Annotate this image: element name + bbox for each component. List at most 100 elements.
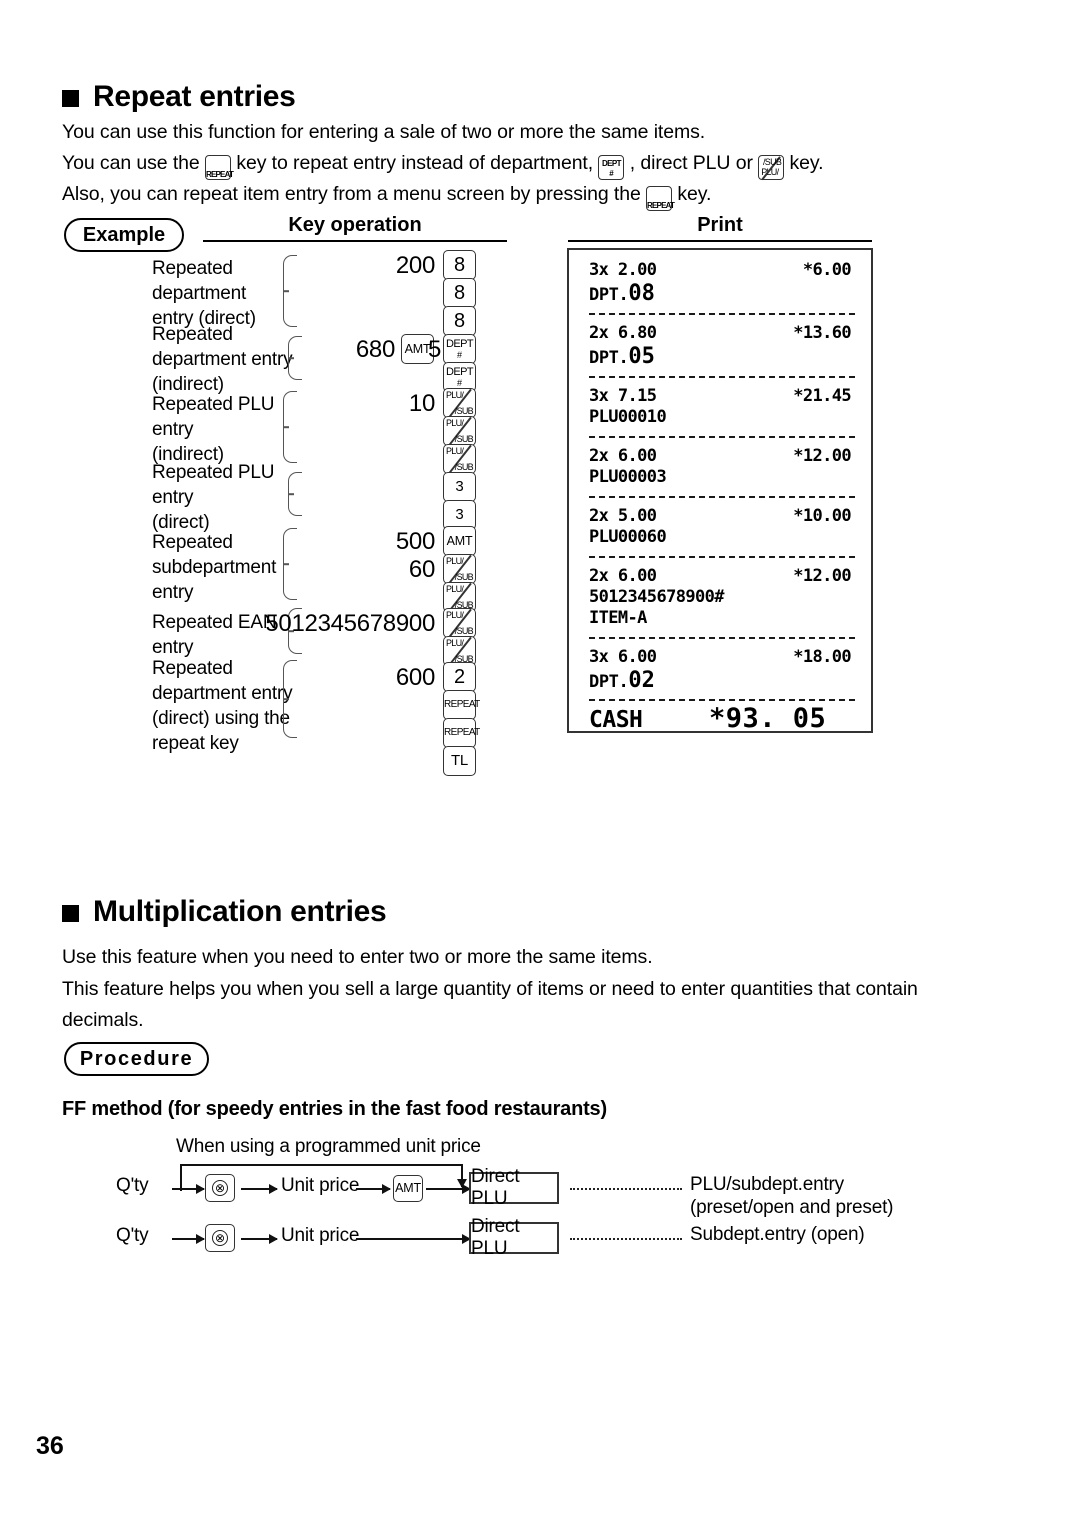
repeat-paragraph-1: You can use this function for entering a…	[62, 121, 706, 143]
plu-sub-key-icon: PLU//SUB	[758, 155, 785, 181]
key-slot-4: DEPT #	[443, 334, 476, 364]
key-slot-17: REPEAT	[443, 690, 480, 720]
plu-sub-key-f: PLU//SUB	[443, 608, 476, 638]
digit-key-8-c: 8	[443, 306, 476, 336]
flow-arrow-2b	[241, 1238, 277, 1240]
flow-direct-plu-box-1: Direct PLU	[469, 1166, 559, 1209]
flow-arrow-2c	[356, 1238, 470, 1240]
total-key-icon: TL	[443, 746, 476, 776]
key-slot-6: PLU//SUB	[443, 388, 476, 418]
dept-number-key-a: DEPT #	[443, 334, 476, 364]
procedure-badge: Procedure	[64, 1042, 209, 1076]
key-slot-12: PLU//SUB	[443, 554, 476, 584]
column-header-print: Print	[697, 214, 743, 236]
receipt-amount-5: *10.00	[793, 506, 851, 526]
multiply-key-icon-2: ⊗	[205, 1224, 235, 1252]
key-number-10: 10	[408, 390, 435, 417]
key-slot-11: AMT	[443, 526, 476, 556]
receipt-divider-3	[589, 436, 855, 438]
digit-key-2: 2	[443, 662, 476, 692]
receipt-item-4: PLU00003	[589, 467, 667, 487]
page-number: 36	[36, 1432, 64, 1460]
dept-number-key-icon: DEPT #	[598, 155, 625, 181]
section-title-text-2: Multiplication entries	[93, 895, 387, 928]
flow-dotted-connector-2	[570, 1238, 682, 1240]
receipt-item-7: DPT.02	[589, 668, 655, 693]
receipt-divider-6	[589, 637, 855, 639]
column-header-key-operation: Key operation	[288, 214, 422, 236]
repeat-key-b: REPEAT	[443, 718, 480, 748]
key-slot-8: PLU//SUB	[443, 444, 476, 474]
section-heading-multiplication-entries: Multiplication entries	[62, 895, 387, 929]
receipt-print-sample: 3x 2.00 *6.00 DPT.08 2x 6.80 *13.60 DPT.…	[567, 248, 873, 734]
flow-unit-price-label-1: Unit price	[281, 1175, 360, 1196]
row-brace-7	[283, 660, 297, 738]
procedure-badge-label: Procedure	[79, 1047, 194, 1070]
key-slot-2: 8	[443, 278, 476, 308]
flow-dotted-connector-1	[570, 1188, 682, 1190]
key-slot-14: PLU//SUB	[443, 608, 476, 638]
flow-result-1-line2: (preset/open and preset)	[690, 1197, 894, 1218]
flow-direct-plu-box-2: Direct PLU	[469, 1216, 559, 1259]
row-brace-1	[283, 255, 297, 327]
ff-method-heading: FF method (for speedy entries in the fas…	[62, 1098, 607, 1120]
flow-result-1-line1: PLU/subdept.entry	[690, 1174, 844, 1195]
square-bullet-icon-2	[62, 904, 79, 922]
receipt-amount-3: *21.45	[793, 386, 851, 406]
square-bullet-icon	[62, 89, 79, 107]
receipt-item-5: PLU00060	[589, 527, 667, 547]
plu-sub-key-d: PLU//SUB	[443, 554, 476, 584]
key-slot-19: TL	[443, 746, 476, 776]
flow-arrow-2a	[172, 1238, 204, 1240]
receipt-divider-7	[589, 699, 855, 701]
key-slot-7: PLU//SUB	[443, 416, 476, 446]
flow-arrow-1b	[241, 1188, 277, 1190]
key-slot-1: 8	[443, 250, 476, 280]
repeat-para2-part-d: key.	[789, 152, 824, 174]
example-row-label-4: Repeated PLU entry (direct)	[152, 462, 275, 533]
receipt-amount-4: *12.00	[793, 446, 851, 466]
receipt-divider-5	[589, 556, 855, 558]
key-slot-18: REPEAT	[443, 718, 480, 748]
direct-plu-key-3-a: 3	[443, 472, 476, 502]
key-number-60: 60	[408, 556, 435, 583]
repeat-para3-part-b: key.	[677, 183, 712, 205]
repeat-key-a: REPEAT	[443, 690, 480, 720]
example-row-label-7: Repeated department entry (direct) using…	[152, 658, 293, 754]
flow-arrow-1a	[172, 1188, 204, 1190]
receipt-qty-7: 3x 6.00	[589, 647, 657, 667]
repeat-para3-part-a: Also, you can repeat item entry from a m…	[62, 183, 641, 205]
row-brace-5	[283, 528, 297, 600]
flow-amt-key: AMT	[393, 1175, 423, 1202]
receipt-qty-4: 2x 6.00	[589, 446, 657, 466]
repeat-para2-part-a: You can use the	[62, 152, 200, 174]
receipt-divider-4	[589, 496, 855, 498]
section-heading-repeat-entries: Repeat entries	[62, 80, 296, 114]
manual-page: Repeat entries You can use this function…	[0, 0, 1080, 1526]
flow-qty-label-2: Q'ty	[116, 1225, 149, 1246]
flow-qty-label-1: Q'ty	[116, 1175, 149, 1196]
example-badge-label: Example	[82, 223, 166, 246]
receipt-item-6b: ITEM-A	[589, 608, 647, 628]
receipt-item-3: PLU00010	[589, 407, 667, 427]
repeat-paragraph-2: You can use the REPEAT key to repeat ent…	[62, 148, 824, 181]
key-number-1: 200	[395, 252, 435, 279]
receipt-qty-2: 2x 6.80	[589, 323, 657, 343]
key-number-ean: 5012345678900	[265, 610, 435, 637]
digit-key-8-a: 8	[443, 250, 476, 280]
receipt-amount-6: *12.00	[793, 566, 851, 586]
receipt-qty-6: 2x 6.00	[589, 566, 657, 586]
flow-multiply-key-2: ⊗	[205, 1224, 235, 1252]
flow-multiply-key-1: ⊗	[205, 1174, 235, 1202]
key-number-500: 500	[395, 528, 435, 555]
repeat-paragraph-3: Also, you can repeat item entry from a m…	[62, 179, 712, 212]
row-brace-4	[288, 472, 302, 516]
receipt-qty-3: 3x 7.15	[589, 386, 657, 406]
multiply-key-icon-1: ⊗	[205, 1174, 235, 1202]
receipt-item-2: DPT.05	[589, 344, 655, 369]
key-slot-3: 8	[443, 306, 476, 336]
receipt-item-6: 5012345678900#	[589, 587, 724, 607]
amount-key-icon-flow: AMT	[393, 1175, 423, 1202]
key-number-600: 600	[395, 664, 435, 691]
key-slot-9: 3	[443, 472, 476, 502]
